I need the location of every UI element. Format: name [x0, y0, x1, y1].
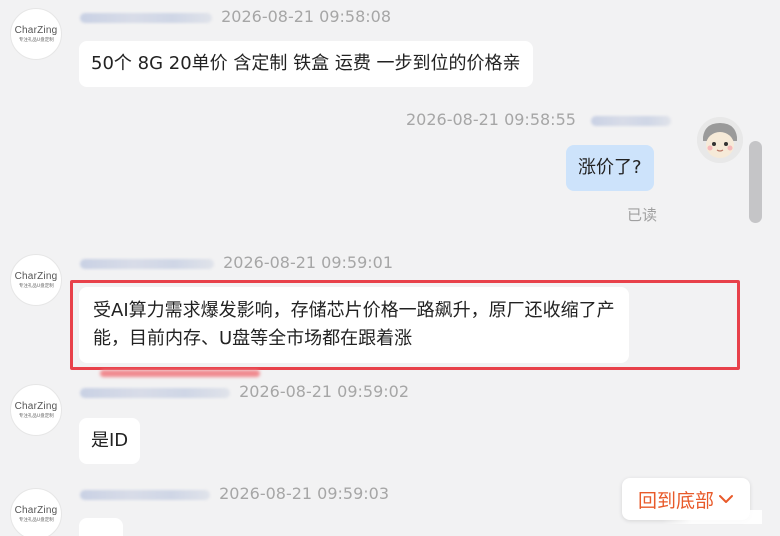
- watermark-overlay: [662, 510, 762, 524]
- message-text: 50个 8G 20单价 含定制 铁盒 运费 一步到位的价格亲: [91, 53, 521, 74]
- avatar[interactable]: CharZing 专注礼品U盘定制: [10, 488, 62, 536]
- brand-tagline: 专注礼品U盘定制: [18, 412, 54, 419]
- brand-tagline: 专注礼品U盘定制: [18, 516, 54, 523]
- message-meta: 2026-08-21 09:58:55: [406, 110, 675, 129]
- message-timestamp: 2026-08-21 09:59:03: [219, 484, 390, 503]
- brand-tagline: 专注礼品U盘定制: [18, 36, 54, 43]
- avatar[interactable]: CharZing 专注礼品U盘定制: [10, 384, 62, 436]
- sender-name-redacted: [80, 12, 212, 23]
- message-meta: 2026-08-21 09:59:03: [80, 484, 389, 503]
- sender-name-redacted: [80, 387, 230, 398]
- brand-tagline: 专注礼品U盘定制: [18, 282, 54, 289]
- brand-logo-text: CharZing: [14, 270, 58, 282]
- my-avatar[interactable]: [697, 117, 743, 163]
- message-meta: 2026-08-21 09:59:01: [80, 253, 393, 272]
- message-bubble-mine: 涨价了?: [566, 145, 654, 191]
- read-status: 已读: [627, 206, 658, 224]
- message-meta: 2026-08-21 09:59:02: [80, 382, 409, 401]
- highlight-box: [70, 280, 740, 370]
- message-timestamp: 2026-08-21 09:59:01: [223, 253, 394, 272]
- sender-name-redacted: [80, 489, 210, 500]
- message-text: 涨价了?: [578, 157, 642, 178]
- back-to-bottom-label: 回到底部: [637, 489, 714, 512]
- brand-logo-text: CharZing: [14, 400, 58, 412]
- avatar[interactable]: CharZing 专注礼品U盘定制: [10, 254, 62, 306]
- avatar[interactable]: CharZing 专注礼品U盘定制: [10, 8, 62, 60]
- message-timestamp: 2026-08-21 09:58:08: [221, 7, 392, 26]
- message-bubble: 50个 8G 20单价 含定制 铁盒 运费 一步到位的价格亲: [79, 41, 533, 87]
- message-text: 是ID: [91, 430, 129, 451]
- chevron-down-icon: [719, 495, 733, 503]
- cartoon-avatar-icon: [697, 117, 743, 163]
- redaction-scribble: [100, 370, 260, 377]
- message-bubble: 是ID: [79, 418, 141, 464]
- message-meta: 2026-08-21 09:58:08: [80, 7, 391, 26]
- sender-name-redacted: [80, 258, 214, 269]
- message-bubble: [79, 518, 123, 536]
- brand-logo-text: CharZing: [14, 504, 58, 516]
- scrollbar-thumb[interactable]: [749, 141, 762, 223]
- sender-name-redacted: [591, 115, 672, 126]
- message-timestamp: 2026-08-21 09:59:02: [239, 382, 410, 401]
- brand-logo-text: CharZing: [14, 24, 58, 36]
- message-timestamp: 2026-08-21 09:58:55: [406, 110, 576, 129]
